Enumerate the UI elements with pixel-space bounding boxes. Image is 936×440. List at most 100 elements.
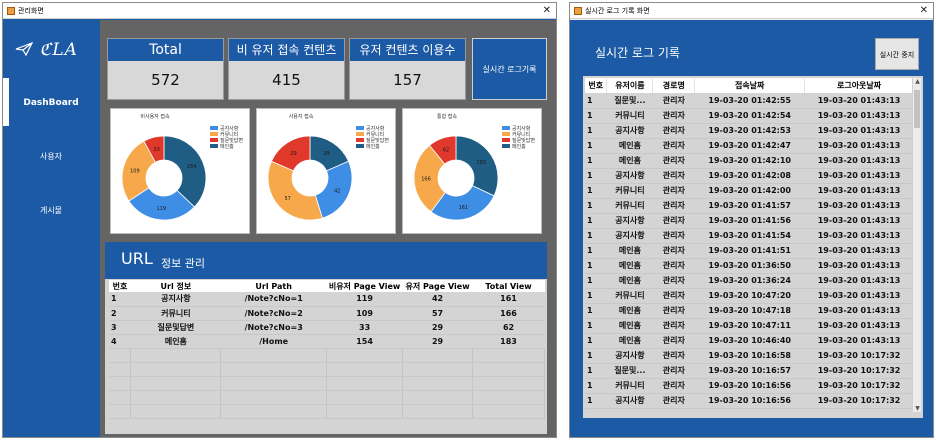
scroll-down-icon[interactable]: ▼ [913, 405, 922, 412]
table-cell: 관리자 [652, 153, 695, 169]
table-row[interactable]: 1 공지사항 관리자 19-03-20 01:42:08 19-03-20 01:43:… [585, 168, 914, 184]
table-cell: 커뮤니티 [606, 288, 653, 304]
empty-cell [326, 404, 404, 419]
realtime-log-button[interactable]: 실시간 로그기록 [472, 38, 547, 100]
sidebar-item-posts[interactable]: 게시물 [3, 205, 99, 216]
table-row[interactable]: 1 메인홈 관리자 19-03-20 01:36:24 19-03-20 01:43:1… [585, 273, 914, 289]
scrollbar-thumb[interactable] [914, 90, 920, 128]
column-header[interactable]: Total View [472, 280, 545, 292]
column-header[interactable]: 유저 Page View [402, 280, 473, 292]
table-cell: 154 [326, 334, 403, 349]
table-cell: 메인홈 [606, 258, 653, 274]
table-row[interactable]: 1 공지사항 관리자 19-03-20 01:41:56 19-03-20 01:43:… [585, 213, 914, 229]
table-cell: /Note?cNo=3 [220, 320, 327, 335]
column-header[interactable]: 접속날짜 [694, 78, 806, 93]
url-table[interactable]: 번호 Url 정보 Url Path 비유저 Page View 유저 Page… [109, 280, 545, 419]
table-cell: 메인홈 [606, 273, 653, 289]
table-row[interactable]: 1 메인홈 관리자 19-03-20 10:46:40 19-03-20 01:43:1… [585, 333, 914, 349]
sidebar-item-dashboard[interactable]: DashBoard [3, 98, 99, 108]
chart-title: 비사용자 접속 [140, 114, 170, 120]
table-cell: 1 [585, 153, 607, 169]
table-row[interactable]: 1 공지사항 관리자 19-03-20 10:16:56 19-03-20 10:17:… [585, 393, 914, 409]
stop-realtime-button[interactable]: 실시간 중지 [875, 38, 919, 70]
table-cell: 1 [585, 303, 607, 319]
empty-cell [220, 404, 328, 419]
table-cell: 19-03-20 10:17:32 [804, 378, 914, 394]
close-icon[interactable]: ✕ [543, 4, 551, 17]
stat-value: 157 [350, 61, 465, 99]
chart-title: 통합 접속 [437, 114, 457, 120]
slice-label: 161 [459, 205, 469, 211]
table-cell: 62 [472, 320, 545, 335]
table-row[interactable]: 1 커뮤니티 관리자 19-03-20 01:42:54 19-03-20 01:43:… [585, 108, 914, 124]
table-cell: 1 [585, 363, 607, 379]
empty-cell [472, 348, 545, 363]
table-row[interactable]: 4 메인홈/Home 154 29 183 [109, 334, 545, 349]
table-row[interactable]: 1 메인홈 관리자 19-03-20 10:47:11 19-03-20 01:43:1… [585, 318, 914, 334]
table-cell: 19-03-20 10:17:32 [804, 363, 914, 379]
table-row[interactable]: 1 질문및... 관리자 19-03-20 01:42:55 19-03-20 01:4… [585, 93, 914, 109]
table-row[interactable]: 1 공지사항/Note?cNo=1 119 42 161 [109, 292, 545, 307]
empty-cell [402, 376, 474, 391]
table-row[interactable]: 1 메인홈 관리자 19-03-20 01:42:47 19-03-20 01:43:1… [585, 138, 914, 154]
app-icon [7, 6, 15, 15]
table-cell: 19-03-20 01:43:13 [804, 198, 914, 214]
vertical-scrollbar[interactable]: ▲ ▼ [912, 78, 921, 412]
empty-cell [220, 376, 328, 391]
column-header[interactable]: Url 정보 [130, 280, 221, 292]
empty-cell [472, 404, 545, 419]
table-cell: 공지사항 [606, 123, 653, 139]
table-cell: 109 [326, 306, 403, 321]
scroll-up-icon[interactable]: ▲ [913, 78, 922, 85]
table-row[interactable]: 1 공지사항 관리자 19-03-20 10:16:58 19-03-20 10:17:… [585, 348, 914, 364]
empty-cell [109, 348, 132, 363]
table-cell: 관리자 [652, 213, 695, 229]
table-row[interactable]: 1 메인홈 관리자 19-03-20 01:42:10 19-03-20 01:43:1… [585, 153, 914, 169]
app-icon [574, 6, 582, 15]
empty-cell [130, 404, 222, 419]
sidebar: ℭLA DashBoard 사용자 게시물 [3, 20, 99, 437]
table-row[interactable]: 2 커뮤니티/Note?cNo=2 109 57 166 [109, 306, 545, 321]
log-table[interactable]: 번호 유저이름 경로명 접속날짜 로그아웃날짜 1 질문및... 관리자 19-03-… [585, 78, 914, 409]
table-row[interactable]: 1 커뮤니티 관리자 19-03-20 01:41:57 19-03-20 01:43:… [585, 198, 914, 214]
table-row[interactable]: 1 메인홈 관리자 19-03-20 01:41:51 19-03-20 01:43:1… [585, 243, 914, 259]
empty-row [109, 362, 545, 377]
empty-cell [130, 390, 222, 405]
chart-legend: 공지사항 커뮤니티 질문및답변 메인홈 [355, 125, 389, 150]
column-header[interactable]: 번호 [585, 78, 608, 93]
stat-value: 415 [229, 61, 344, 99]
table-row[interactable]: 1 메인홈 관리자 19-03-20 01:36:50 19-03-20 01:43:1… [585, 258, 914, 274]
stat-label: 유저 컨텐츠 이용수 [350, 39, 465, 61]
table-cell: 질문및... [606, 93, 653, 109]
table-row[interactable]: 1 공지사항 관리자 19-03-20 01:42:53 19-03-20 01:43:… [585, 123, 914, 139]
table-row[interactable]: 1 메인홈 관리자 19-03-20 10:47:18 19-03-20 01:43:1… [585, 303, 914, 319]
column-header[interactable]: 유저이름 [606, 78, 654, 93]
column-header[interactable]: 로그아웃날짜 [804, 78, 914, 93]
table-row[interactable]: 1 커뮤니티 관리자 19-03-20 10:16:56 19-03-20 10:17:… [585, 378, 914, 394]
legend-swatch [355, 144, 364, 148]
table-row[interactable]: 3 질문및답변/Note?cNo=3 33 29 62 [109, 320, 545, 335]
column-header[interactable]: 번호 [109, 280, 131, 292]
table-cell: 관리자 [652, 168, 695, 184]
sidebar-item-users[interactable]: 사용자 [3, 151, 99, 162]
table-row[interactable]: 1 커뮤니티 관리자 19-03-20 10:47:20 19-03-20 01:43:… [585, 288, 914, 304]
column-header[interactable]: Url Path [220, 280, 327, 292]
url-info-panel: URL 정보 관리 번호 Url 정보 Url Path 비유저 Page Vi… [105, 242, 547, 434]
table-cell: 19-03-20 01:43:13 [804, 108, 914, 124]
chart-panel-user: 사용자 접속 29 42 57 29 공지사항 커뮤니티 질문및답변 메인홈 [256, 108, 396, 234]
table-cell: 관리자 [652, 243, 695, 259]
table-cell: 메인홈 [606, 333, 653, 349]
slice-label: 62 [443, 148, 449, 154]
table-cell: 1 [585, 213, 607, 229]
log-area: 실시간 로그 기록 실시간 중지 번호 유저이름 경로명 접속날짜 로그아웃날짜… [583, 26, 923, 418]
slice-label: 57 [284, 196, 290, 202]
slice-label: 109 [130, 169, 140, 175]
table-cell: 메인홈 [606, 153, 653, 169]
close-icon[interactable]: ✕ [920, 4, 928, 17]
table-row[interactable]: 1 공지사항 관리자 19-03-20 01:41:54 19-03-20 01:43:… [585, 228, 914, 244]
column-header[interactable]: 경로명 [652, 78, 696, 93]
table-row[interactable]: 1 커뮤니티 관리자 19-03-20 01:42:00 19-03-20 01:43:… [585, 183, 914, 199]
column-header[interactable]: 비유저 Page View [326, 280, 403, 292]
empty-row [109, 390, 545, 405]
table-row[interactable]: 1 질문및... 관리자 19-03-20 10:16:57 19-03-20 10:1… [585, 363, 914, 379]
